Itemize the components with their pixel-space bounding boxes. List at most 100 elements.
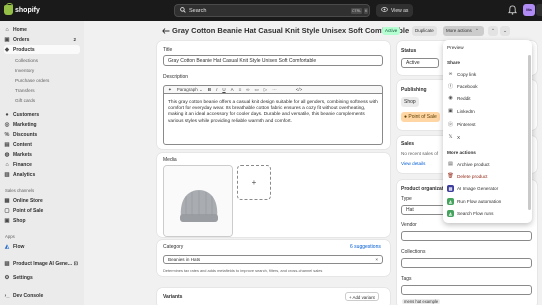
sidebar-item-shop[interactable]: ▣ Shop (4, 216, 80, 225)
sidebar-item-dev-console[interactable]: ›_ Dev Console (4, 291, 80, 300)
sidebar-item-label: Marketing (13, 121, 37, 128)
bell-icon[interactable] (508, 5, 519, 16)
sales-channels-heading[interactable]: Sales channels (5, 188, 34, 193)
more-actions-button[interactable]: More actions ⌃ (443, 26, 484, 36)
collections-input[interactable] (401, 258, 532, 268)
next-product-button[interactable]: ⌄ (500, 26, 510, 36)
sidebar-item-content[interactable]: ▤ Content (4, 140, 80, 149)
shop-channel-badge: Shop (401, 97, 419, 107)
avatar[interactable]: Ma (523, 4, 535, 16)
account-menu-edge[interactable] (536, 4, 542, 16)
sales-label: Sales (401, 141, 415, 147)
sidebar-item-marketing[interactable]: ◎ Marketing (4, 120, 80, 129)
tags-input[interactable] (401, 285, 532, 295)
link-icon[interactable]: ∞ (246, 87, 249, 92)
add-media-button[interactable]: + (237, 165, 271, 200)
sidebar-sub-purchase-orders[interactable]: Purchase orders (15, 78, 49, 83)
apps-heading[interactable]: Apps (5, 234, 15, 239)
pinterest-icon: ⓟ (447, 121, 453, 128)
view-details-link[interactable]: View details (401, 161, 425, 166)
menu-item-pinterest[interactable]: ⓟ Pinterest (447, 119, 527, 129)
bold-icon[interactable]: B (208, 87, 211, 92)
page-title: Gray Cotton Beanie Hat Casual Knit Style… (172, 26, 410, 35)
flow-app-icon: ◭ (447, 197, 454, 205)
sidebar-item-online-store[interactable]: ▦ Online Store (4, 196, 80, 205)
menu-item-facebook[interactable]: ⓕ Facebook (447, 81, 527, 91)
menu-item-reddit[interactable]: ◉ Reddit (447, 93, 527, 103)
suggestions-link[interactable]: 6 suggestions (350, 244, 381, 250)
menu-item-search-flow[interactable]: ◭ Search Flow runs (447, 208, 527, 218)
sidebar-item-finance[interactable]: ⌂ Finance (4, 160, 80, 169)
status-label: Status (401, 48, 417, 54)
text-color-icon[interactable]: A (231, 87, 234, 92)
menu-item-label: AI Image Generator (457, 185, 499, 191)
status-badge: Active (382, 27, 401, 35)
product-image[interactable] (163, 165, 233, 237)
sidebar-sub-collections[interactable]: Collections (15, 58, 38, 63)
sidebar-item-discounts[interactable]: % Discounts (4, 130, 80, 139)
underline-icon[interactable]: U (222, 87, 225, 92)
add-variant-button[interactable]: + Add variant (345, 292, 379, 301)
sidebar-sub-transfers[interactable]: Transfers (15, 88, 35, 93)
code-view-icon[interactable]: </> (296, 87, 303, 92)
search-bar[interactable]: Search CTRL K (174, 4, 370, 17)
duplicate-button[interactable]: Duplicate (412, 26, 437, 36)
menu-item-linkedin[interactable]: ▣ LinkedIn (447, 106, 527, 116)
paragraph-select[interactable]: Paragraph ⌄ (177, 87, 203, 93)
title-input[interactable]: Gray Cotton Beanie Hat Casual Knit Style… (163, 55, 383, 66)
sidebar: ⌂ Home ▣ Orders 2 ◆ Products Collections… (0, 21, 84, 305)
collections-label: Collections (401, 249, 426, 255)
menu-item-label: LinkedIn (457, 108, 475, 114)
previous-product-button[interactable]: ⌃ (488, 26, 498, 36)
menu-item-delete-product[interactable]: 🗑 Delete product (447, 171, 527, 181)
search-icon (180, 6, 186, 15)
sidebar-item-products[interactable]: ◆ Products (4, 45, 80, 54)
video-icon[interactable]: ▷ (264, 87, 267, 93)
magic-wand-icon[interactable]: ✦ (168, 87, 172, 93)
menu-scrollbar[interactable] (528, 55, 531, 210)
sidebar-item-label: Point of Sale (13, 207, 44, 214)
paragraph-label: Paragraph (176, 86, 198, 92)
more-formatting-icon[interactable]: ⋯ (272, 87, 277, 93)
inbox-icon: ▣ (4, 36, 10, 43)
menu-item-ai-image-generator[interactable]: ▨ AI Image Generator (447, 183, 527, 193)
menu-item-x[interactable]: 𝕏 X (447, 132, 527, 142)
sidebar-item-markets[interactable]: ◍ Markets (4, 150, 80, 159)
italic-icon[interactable]: I (216, 87, 217, 92)
view-as-button[interactable]: View as (376, 4, 414, 17)
description-label: Description (163, 74, 189, 80)
sidebar-item-label: Markets (13, 151, 32, 158)
sidebar-item-orders[interactable]: ▣ Orders 2 (4, 35, 80, 44)
ai-app-icon: ▨ (447, 184, 454, 192)
image-icon[interactable]: ▭ (254, 87, 258, 93)
sidebar-sub-inventory[interactable]: Inventory (15, 68, 34, 73)
menu-item-run-flow[interactable]: ◭ Run Flow automation (447, 196, 527, 206)
discount-icon: % (4, 131, 10, 138)
category-input[interactable]: Beanies in Hats × (163, 255, 383, 264)
vendor-input[interactable] (401, 231, 532, 241)
sidebar-item-home[interactable]: ⌂ Home (4, 25, 80, 34)
sidebar-item-settings[interactable]: ⚙ Settings (4, 273, 80, 282)
link-icon: ∞ (448, 71, 453, 77)
sidebar-item-product-image-ai[interactable]: ▨ Product Image AI Gene... ⊡ (4, 259, 80, 268)
menu-item-preview[interactable]: Preview (447, 42, 527, 52)
pin-icon[interactable]: ⊡ (74, 261, 78, 267)
menu-item-archive-product[interactable]: ▤ Archive product (447, 159, 527, 169)
tag-chip[interactable]: mens hat example (402, 299, 441, 304)
menu-item-label: X (457, 134, 461, 140)
close-icon[interactable]: × (375, 257, 378, 262)
back-arrow-icon[interactable] (162, 28, 170, 36)
description-editor[interactable]: This gray cotton beanie offers a casual … (163, 93, 383, 145)
sidebar-item-analytics[interactable]: ▥ Analytics (4, 170, 80, 179)
sidebar-item-point-of-sale[interactable]: ▢ Point of Sale (4, 206, 80, 215)
menu-item-copy-link[interactable]: ∞ Copy link (447, 69, 527, 79)
code-icon: ›_ (4, 292, 10, 299)
shopify-bag-icon (4, 3, 13, 15)
sidebar-item-customers[interactable]: ● Customers (4, 110, 80, 119)
sidebar-item-flow[interactable]: ◭ Flow (4, 242, 80, 251)
align-icon[interactable]: ≡ (239, 87, 242, 92)
sidebar-sub-gift-cards[interactable]: Gift cards (15, 98, 35, 103)
flow-app-icon: ◭ (447, 209, 454, 217)
shopify-logo[interactable]: shopify (4, 3, 40, 15)
status-select[interactable]: Active (401, 58, 439, 68)
